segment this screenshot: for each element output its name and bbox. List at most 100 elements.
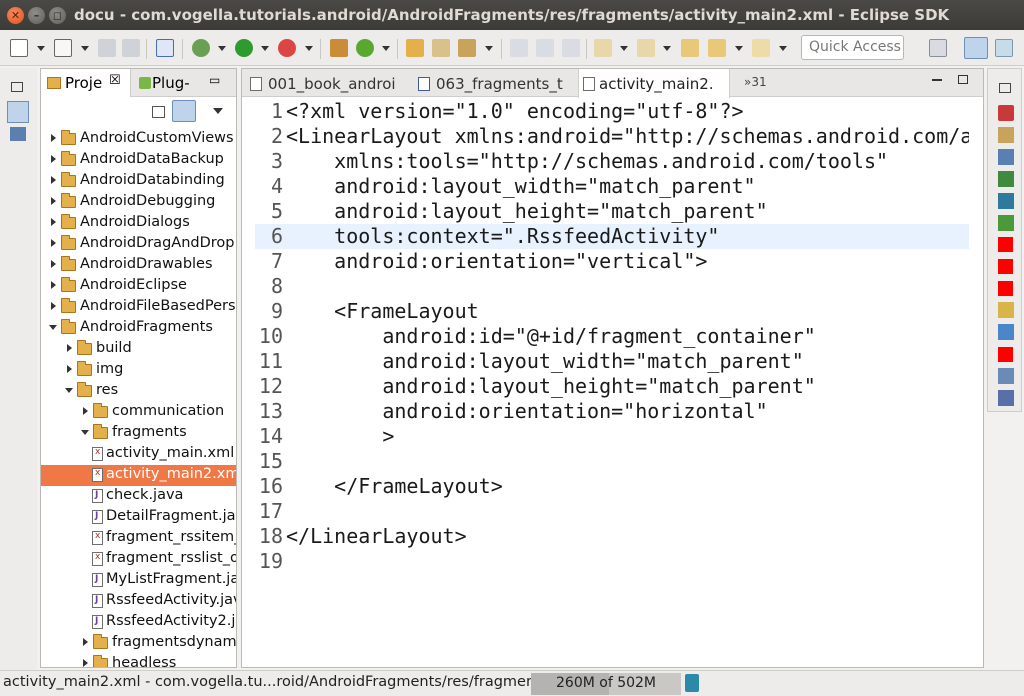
outline-view-icon[interactable] xyxy=(998,149,1014,165)
tree-folder-item[interactable]: AndroidEclipse xyxy=(41,276,236,297)
debug-perspective-icon[interactable] xyxy=(995,39,1013,57)
more-tabs-button[interactable]: »31 xyxy=(744,75,767,89)
tree-file-item[interactable]: activity_main2.xml xyxy=(41,465,236,486)
collapsed-arrow-icon[interactable] xyxy=(51,302,56,310)
restore-icon[interactable] xyxy=(999,83,1011,93)
new-class-dropdown-icon[interactable] xyxy=(382,46,390,51)
tree-file-item[interactable]: RssfeedActivity2.java xyxy=(41,612,236,633)
tree-file-item[interactable]: DetailFragment.java xyxy=(41,507,236,528)
code-line[interactable]: 15 xyxy=(255,449,969,474)
save-all-icon[interactable] xyxy=(122,39,140,57)
package-explorer-icon[interactable] xyxy=(7,101,29,123)
tab-001-book[interactable]: 001_book_androi xyxy=(242,69,412,97)
new-wizard-dropdown-icon[interactable] xyxy=(81,46,89,51)
external-tools-icon[interactable] xyxy=(278,39,296,57)
garbage-collect-icon[interactable] xyxy=(685,674,699,692)
code-line[interactable]: 12 android:layout_height="match_parent" xyxy=(255,374,969,399)
search-icon[interactable] xyxy=(458,39,476,57)
vertical-scrollbar[interactable] xyxy=(970,99,982,659)
outline-icon[interactable] xyxy=(10,127,26,141)
collapsed-arrow-icon[interactable] xyxy=(51,134,56,142)
tree-file-item[interactable]: check.java xyxy=(41,486,236,507)
expanded-arrow-icon[interactable] xyxy=(65,388,73,393)
tree-folder-item[interactable]: AndroidDrawables xyxy=(41,255,236,276)
code-line[interactable]: 18 </LinearLayout> xyxy=(255,524,969,549)
open-type-icon[interactable] xyxy=(406,39,424,57)
expanded-arrow-icon[interactable] xyxy=(81,430,89,435)
hierarchy-view-icon[interactable] xyxy=(998,390,1014,406)
code-line[interactable]: 2 <LinearLayout xmlns:android="http://sch… xyxy=(255,124,969,149)
collapse-all-icon[interactable] xyxy=(152,106,165,118)
error-marker-icon[interactable] xyxy=(998,259,1013,274)
back-icon[interactable] xyxy=(708,39,726,57)
collapsed-arrow-icon[interactable] xyxy=(67,365,72,373)
task-list-icon[interactable] xyxy=(998,105,1014,121)
skip-breakpoints-icon[interactable] xyxy=(156,39,174,57)
restore-icon[interactable] xyxy=(11,82,23,92)
tree-file-item[interactable]: fragment_rsslist_overview.xml xyxy=(41,549,236,570)
tree-folder-item[interactable]: fragmentsdynamic xyxy=(41,633,236,654)
code-line[interactable]: 5 android:layout_height="match_parent" xyxy=(255,199,969,224)
minimize-icon[interactable] xyxy=(932,79,942,81)
toggle-mark-occurrences-icon[interactable] xyxy=(510,39,528,57)
tab-activity-main2[interactable]: activity_main2. xyxy=(578,69,730,98)
expanded-arrow-icon[interactable] xyxy=(49,325,57,330)
open-perspective-icon[interactable] xyxy=(929,39,947,57)
tree-folder-item[interactable]: AndroidDatabinding xyxy=(41,171,236,192)
debug-icon[interactable] xyxy=(192,39,210,57)
collapsed-arrow-icon[interactable] xyxy=(83,638,88,646)
code-line[interactable]: 6 tools:context=".RssfeedActivity" xyxy=(255,224,969,249)
window-maximize-button[interactable]: ◻ xyxy=(49,7,66,24)
tree-folder-item[interactable]: img xyxy=(41,360,236,381)
next-annotation-dropdown-icon[interactable] xyxy=(620,46,628,51)
tree-folder-item[interactable]: fragments xyxy=(41,423,236,444)
error-marker-icon[interactable] xyxy=(998,281,1013,296)
collapsed-arrow-icon[interactable] xyxy=(51,197,56,205)
add-view-icon[interactable] xyxy=(998,215,1014,231)
tree-folder-item[interactable]: headless xyxy=(41,654,236,667)
code-line[interactable]: 1 <?xml version="1.0" encoding="utf-8"?> xyxy=(255,99,969,124)
tree-folder-item[interactable]: AndroidDragAndDrop xyxy=(41,234,236,255)
view-menu-icon[interactable] xyxy=(213,108,223,114)
code-line[interactable]: 16 </FrameLayout> xyxy=(255,474,969,499)
close-icon[interactable]: ☒ xyxy=(109,73,121,88)
previous-annotation-icon[interactable] xyxy=(637,39,655,57)
collapsed-arrow-icon[interactable] xyxy=(51,260,56,268)
tab-plugins[interactable]: Plug- xyxy=(133,69,213,97)
new-dropdown-icon[interactable] xyxy=(37,46,45,51)
collapsed-arrow-icon[interactable] xyxy=(51,281,56,289)
collapsed-arrow-icon[interactable] xyxy=(83,659,88,667)
collapsed-arrow-icon[interactable] xyxy=(67,344,72,352)
maximize-icon[interactable] xyxy=(958,75,968,84)
collapsed-arrow-icon[interactable] xyxy=(51,218,56,226)
external-tools-dropdown-icon[interactable] xyxy=(305,46,313,51)
tree-file-item[interactable]: MyListFragment.java xyxy=(41,570,236,591)
collapsed-arrow-icon[interactable] xyxy=(51,239,56,247)
minimize-icon[interactable]: ▭ xyxy=(209,73,220,87)
code-line[interactable]: 4 android:layout_width="match_parent" xyxy=(255,174,969,199)
new-package-icon[interactable] xyxy=(330,39,348,57)
collapsed-arrow-icon[interactable] xyxy=(51,155,56,163)
link-with-editor-icon[interactable] xyxy=(172,100,196,122)
code-editor[interactable]: 1 <?xml version="1.0" encoding="utf-8"?> 2… xyxy=(255,99,969,659)
tree-folder-item[interactable]: build xyxy=(41,339,236,360)
progress-view-icon[interactable] xyxy=(998,193,1014,209)
code-line[interactable]: 11 android:layout_width="match_parent" xyxy=(255,349,969,374)
tree-folder-item[interactable]: AndroidDialogs xyxy=(41,213,236,234)
console-view-icon[interactable] xyxy=(998,171,1014,187)
code-line[interactable]: 3 xmlns:tools="http://schemas.android.co… xyxy=(255,149,969,174)
devices-view-icon[interactable] xyxy=(998,324,1014,340)
forward-dropdown-icon[interactable] xyxy=(779,46,787,51)
window-minimize-button[interactable]: – xyxy=(28,7,45,24)
new-wizard-icon[interactable] xyxy=(54,39,72,57)
tree-file-item[interactable]: fragment_rssitem_detail.xml xyxy=(41,528,236,549)
error-marker-icon[interactable] xyxy=(998,237,1013,252)
tree-folder-item[interactable]: AndroidFileBasedPersi xyxy=(41,297,236,318)
last-edit-location-icon[interactable] xyxy=(681,39,699,57)
code-line[interactable]: 19 xyxy=(255,549,969,574)
tree-folder-item[interactable]: AndroidDataBackup xyxy=(41,150,236,171)
tree-folder-item[interactable]: res xyxy=(41,381,236,402)
code-line[interactable]: 10 android:id="@+id/fragment_container" xyxy=(255,324,969,349)
javadoc-view-icon[interactable] xyxy=(998,368,1014,384)
new-class-icon[interactable] xyxy=(356,39,374,57)
